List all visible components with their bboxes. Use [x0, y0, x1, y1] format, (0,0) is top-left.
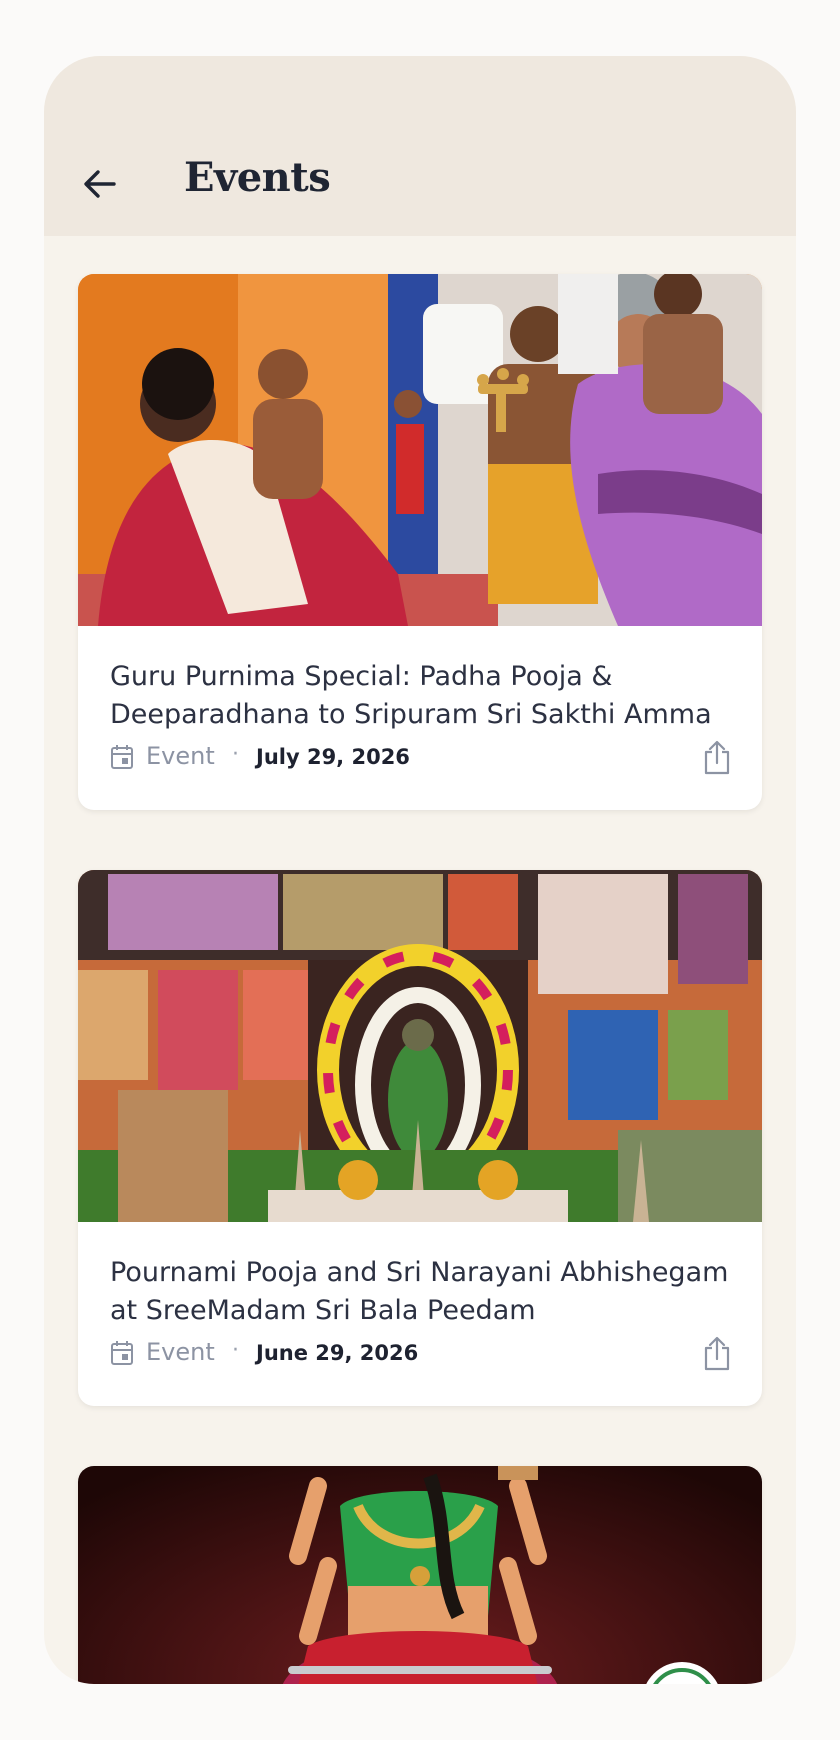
event-card[interactable]: Guru Purnima Special: Padha Pooja & Deep…	[78, 274, 762, 810]
event-meta: Event · July 29, 2026	[110, 740, 734, 776]
event-type: Event	[146, 742, 215, 770]
event-title[interactable]: Guru Purnima Special: Padha Pooja & Deep…	[110, 658, 734, 734]
share-icon[interactable]	[700, 740, 734, 776]
home-indicator[interactable]	[288, 1666, 552, 1674]
event-card[interactable]: Pournami Pooja and Sri Narayani Abhisheg…	[78, 870, 762, 1406]
event-image[interactable]	[78, 870, 762, 1222]
event-meta: Event · June 29, 2026	[110, 1336, 734, 1372]
event-date: July 29, 2026	[256, 745, 410, 769]
event-title[interactable]: Pournami Pooja and Sri Narayani Abhisheg…	[110, 1254, 734, 1330]
calendar-icon	[111, 745, 133, 769]
app-bar: Events	[44, 56, 796, 236]
back-button[interactable]	[78, 162, 122, 206]
share-icon[interactable]	[700, 1336, 734, 1372]
event-image[interactable]	[78, 1466, 762, 1684]
meta-separator: ·	[232, 1338, 239, 1363]
calendar-icon	[111, 1341, 133, 1365]
event-date: June 29, 2026	[256, 1341, 419, 1365]
event-card[interactable]	[78, 1466, 762, 1684]
event-image[interactable]	[78, 274, 762, 626]
event-type: Event	[146, 1338, 215, 1366]
app-screen: Events Guru Purnima Special: Padha Pooja…	[44, 56, 796, 1684]
meta-separator: ·	[232, 742, 239, 767]
page-title: Events	[184, 154, 331, 201]
arrow-left-icon	[84, 170, 116, 198]
